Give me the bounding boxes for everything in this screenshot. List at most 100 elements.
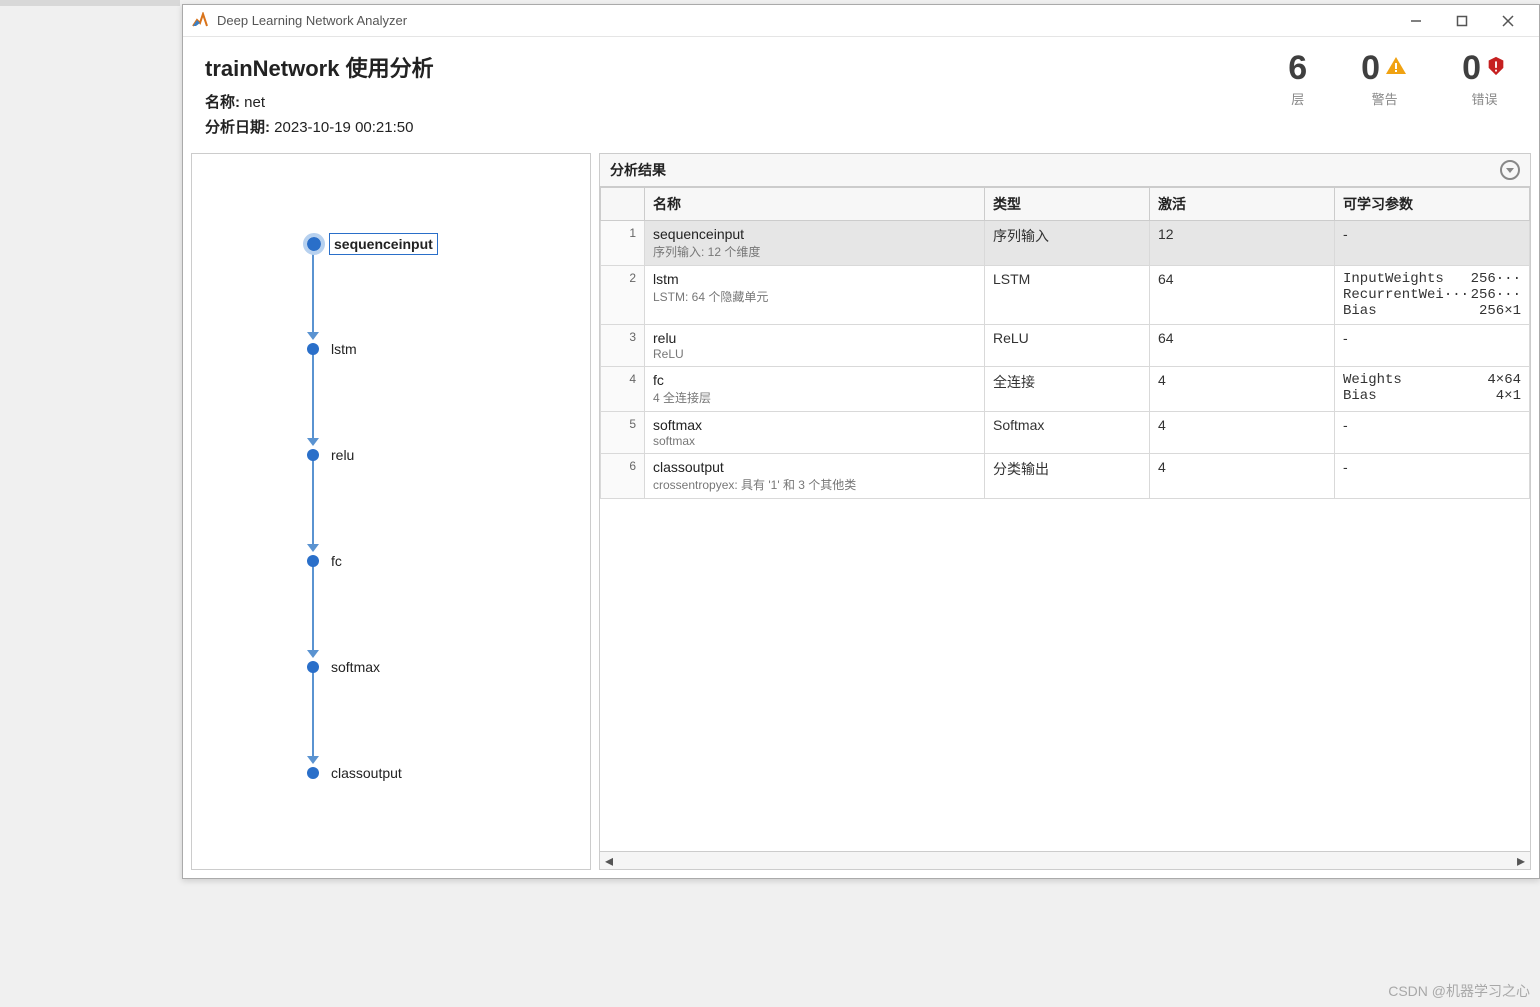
background-stub — [0, 0, 180, 6]
close-button[interactable] — [1485, 5, 1531, 37]
row-index: 1 — [601, 221, 645, 266]
row-activation: 64 — [1150, 266, 1335, 325]
graph-node-relu[interactable]: relu — [307, 445, 358, 465]
node-dot — [307, 237, 321, 251]
row-learnable: - — [1335, 325, 1530, 367]
node-dot — [307, 343, 319, 355]
row-learnable: - — [1335, 412, 1530, 454]
errors-count: 0 — [1462, 51, 1481, 85]
titlebar: Deep Learning Network Analyzer — [183, 5, 1539, 37]
row-learnable: Weights4×64Bias4×1 — [1335, 367, 1530, 412]
node-label: softmax — [327, 657, 384, 677]
horizontal-scrollbar[interactable]: ◂ ▸ — [600, 851, 1530, 869]
row-name: sequenceinput序列输入: 12 个维度 — [645, 221, 985, 266]
row-type: 序列输入 — [985, 221, 1150, 266]
col-name[interactable]: 名称 — [645, 188, 985, 221]
node-label: lstm — [327, 339, 361, 359]
expand-options-button[interactable] — [1500, 160, 1520, 180]
row-learnable: InputWeights256···RecurrentWei···256···B… — [1335, 266, 1530, 325]
error-icon — [1485, 55, 1507, 82]
row-activation: 64 — [1150, 325, 1335, 367]
table-row[interactable]: 1sequenceinput序列输入: 12 个维度序列输入12- — [601, 221, 1530, 266]
table-row[interactable]: 6classoutputcrossentropyex: 具有 '1' 和 3 个… — [601, 454, 1530, 499]
graph-edge — [312, 672, 314, 760]
col-type[interactable]: 类型 — [985, 188, 1150, 221]
graph-edge — [312, 566, 314, 654]
minimize-button[interactable] — [1393, 5, 1439, 37]
results-table: 名称 类型 激活 可学习参数 1sequenceinput序列输入: 12 个维… — [600, 187, 1530, 499]
row-index: 5 — [601, 412, 645, 454]
row-type: 分类输出 — [985, 454, 1150, 499]
row-learnable: - — [1335, 454, 1530, 499]
analysis-date-row: 分析日期: 2023-10-19 00:21:50 — [205, 116, 1288, 137]
row-name: reluReLU — [645, 325, 985, 367]
col-learnable[interactable]: 可学习参数 — [1335, 188, 1530, 221]
name-value: net — [244, 94, 265, 111]
row-activation: 4 — [1150, 454, 1335, 499]
content-area: sequenceinput lstm relu fc softmax classoutpu… — [183, 153, 1539, 878]
results-panel: 分析结果 名称 类型 激活 可学习参数 1sequenceinput序列输入: — [599, 153, 1531, 870]
row-index: 3 — [601, 325, 645, 367]
date-value: 2023-10-19 00:21:50 — [274, 119, 413, 136]
row-name: fc4 全连接层 — [645, 367, 985, 412]
matlab-icon — [191, 12, 209, 30]
col-index — [601, 188, 645, 221]
graph-edge — [312, 354, 314, 442]
name-label: 名称: — [205, 94, 240, 111]
row-name: softmaxsoftmax — [645, 412, 985, 454]
header: trainNetwork 使用分析 名称: net 分析日期: 2023-10-… — [183, 37, 1539, 153]
maximize-button[interactable] — [1439, 5, 1485, 37]
node-label: relu — [327, 445, 358, 465]
node-dot — [307, 555, 319, 567]
row-name: lstmLSTM: 64 个隐藏单元 — [645, 266, 985, 325]
warnings-count: 0 — [1361, 51, 1380, 85]
graph-node-fc[interactable]: fc — [307, 551, 346, 571]
row-name: classoutputcrossentropyex: 具有 '1' 和 3 个其… — [645, 454, 985, 499]
node-dot — [307, 449, 319, 461]
node-label: fc — [327, 551, 346, 571]
layers-label: 层 — [1288, 89, 1307, 108]
graph-node-classoutput[interactable]: classoutput — [307, 763, 406, 783]
warning-icon — [1384, 54, 1408, 83]
app-window: Deep Learning Network Analyzer trainNetw… — [182, 4, 1540, 879]
node-dot — [307, 767, 319, 779]
summary-stats: 6 层 0 警告 0 错误 — [1288, 51, 1517, 108]
scroll-right-button[interactable]: ▸ — [1512, 852, 1530, 870]
row-type: 全连接 — [985, 367, 1150, 412]
results-header: 分析结果 — [600, 154, 1530, 187]
graph-edge — [312, 248, 314, 336]
warnings-label: 警告 — [1361, 89, 1408, 108]
watermark: CSDN @机器学习之心 — [1388, 981, 1530, 1001]
graph-edge — [312, 460, 314, 548]
row-index: 4 — [601, 367, 645, 412]
date-label: 分析日期: — [205, 119, 270, 136]
row-index: 6 — [601, 454, 645, 499]
graph-node-lstm[interactable]: lstm — [307, 339, 361, 359]
row-index: 2 — [601, 266, 645, 325]
window-title: Deep Learning Network Analyzer — [217, 13, 1393, 28]
page-title: trainNetwork 使用分析 — [205, 51, 1288, 83]
layers-count: 6 — [1288, 51, 1307, 85]
node-label: sequenceinput — [329, 233, 438, 255]
table-row[interactable]: 5softmaxsoftmaxSoftmax4- — [601, 412, 1530, 454]
table-row[interactable]: 3reluReLUReLU64- — [601, 325, 1530, 367]
row-type: ReLU — [985, 325, 1150, 367]
graph-node-softmax[interactable]: softmax — [307, 657, 384, 677]
network-name-row: 名称: net — [205, 91, 1288, 112]
stat-errors: 0 错误 — [1462, 51, 1507, 108]
row-activation: 12 — [1150, 221, 1335, 266]
errors-label: 错误 — [1462, 89, 1507, 108]
scroll-left-button[interactable]: ◂ — [600, 852, 618, 870]
graph-panel[interactable]: sequenceinput lstm relu fc softmax classoutpu… — [191, 153, 591, 870]
col-activation[interactable]: 激活 — [1150, 188, 1335, 221]
row-type: LSTM — [985, 266, 1150, 325]
row-activation: 4 — [1150, 412, 1335, 454]
graph-node-sequenceinput[interactable]: sequenceinput — [307, 233, 438, 255]
stat-warnings: 0 警告 — [1361, 51, 1408, 108]
node-label: classoutput — [327, 763, 406, 783]
table-row[interactable]: 2lstmLSTM: 64 个隐藏单元LSTM64InputWeights256… — [601, 266, 1530, 325]
row-learnable: - — [1335, 221, 1530, 266]
results-title: 分析结果 — [610, 160, 666, 180]
row-type: Softmax — [985, 412, 1150, 454]
table-row[interactable]: 4fc4 全连接层全连接4Weights4×64Bias4×1 — [601, 367, 1530, 412]
